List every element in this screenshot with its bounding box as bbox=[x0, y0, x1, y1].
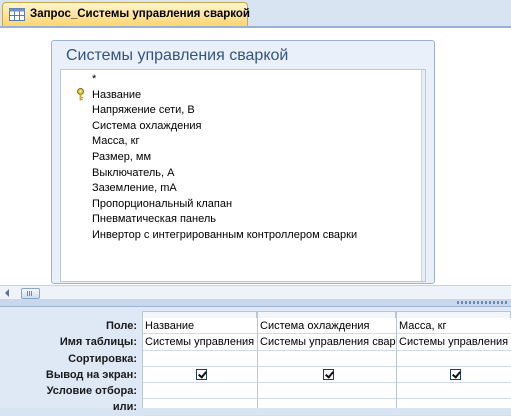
upper-pane-horizontal-scrollbar[interactable] bbox=[0, 285, 511, 299]
column-selector-1[interactable] bbox=[142, 311, 257, 318]
row-label-field: Поле: bbox=[106, 320, 137, 332]
sort-cell[interactable] bbox=[258, 351, 396, 367]
table-cell[interactable]: Системы управления свар bbox=[258, 334, 396, 351]
show-cell bbox=[397, 367, 511, 384]
pane-splitter[interactable] bbox=[0, 299, 511, 307]
field-items: * Название Напряжение сети, В Система ох… bbox=[92, 72, 357, 244]
field-item-inverter[interactable]: Инвертор с интегрированным контроллером … bbox=[92, 228, 357, 244]
query-design-grid: Поле: Имя таблицы: Сортировка: Вывод на … bbox=[0, 307, 511, 416]
query-design-upper-pane[interactable]: Системы управления сваркой * Название На… bbox=[0, 28, 511, 285]
column-selector-2[interactable] bbox=[257, 311, 396, 318]
field-item-pneumatic-panel[interactable]: Пневматическая панель bbox=[92, 212, 357, 228]
show-checkbox[interactable] bbox=[195, 368, 207, 380]
table-field-list[interactable]: Системы управления сваркой * Название На… bbox=[51, 40, 435, 284]
field-item-switch[interactable]: Выключатель, А bbox=[92, 166, 357, 182]
primary-key-icon bbox=[77, 88, 84, 101]
grid-column-2: Система охлаждения Системы управления св… bbox=[257, 318, 396, 416]
scroll-left-arrow-icon[interactable] bbox=[5, 289, 9, 297]
field-item-all[interactable]: * bbox=[92, 72, 357, 88]
field-item-voltage[interactable]: Напряжение сети, В bbox=[92, 103, 357, 119]
show-cell bbox=[143, 367, 257, 384]
grip-icon bbox=[27, 291, 33, 296]
show-checkbox[interactable] bbox=[449, 368, 461, 380]
field-item-size[interactable]: Размер, мм bbox=[92, 150, 357, 166]
field-cell[interactable]: Масса, кг bbox=[397, 318, 511, 335]
grid-column-3: Масса, кг Системы управления bbox=[396, 318, 511, 416]
document-tab-label: Запрос_Системы управления сваркой bbox=[30, 8, 250, 20]
field-item-proportional-valve[interactable]: Пропорциональный клапан bbox=[92, 197, 357, 213]
grid-row-labels: Поле: Имя таблицы: Сортировка: Вывод на … bbox=[0, 318, 141, 416]
grid-column-1: Название Системы управления bbox=[142, 318, 257, 416]
column-selector-3[interactable] bbox=[396, 311, 511, 318]
field-cell[interactable]: Система охлаждения bbox=[258, 318, 396, 335]
table-cell[interactable]: Системы управления bbox=[397, 334, 511, 351]
query-icon bbox=[9, 8, 25, 21]
criteria-cell[interactable] bbox=[397, 383, 511, 400]
field-item-mass[interactable]: Масса, кг bbox=[92, 134, 357, 150]
sort-cell[interactable] bbox=[397, 351, 511, 367]
splitter-grip-icon bbox=[457, 301, 507, 304]
criteria-cell[interactable] bbox=[143, 383, 257, 400]
show-cell bbox=[258, 367, 396, 384]
sort-cell[interactable] bbox=[143, 351, 257, 367]
document-tab-strip: Запрос_Системы управления сваркой bbox=[0, 0, 511, 27]
row-label-criteria: Условие отбора: bbox=[46, 385, 137, 398]
criteria-cell[interactable] bbox=[258, 383, 396, 400]
field-item-name[interactable]: Название bbox=[92, 88, 357, 104]
field-list-body: * Название Напряжение сети, В Система ох… bbox=[60, 69, 426, 282]
field-list-title[interactable]: Системы управления сваркой bbox=[66, 47, 288, 65]
field-item-cooling[interactable]: Система охлаждения bbox=[92, 119, 357, 135]
field-cell[interactable]: Название bbox=[143, 318, 257, 335]
show-checkbox[interactable] bbox=[322, 368, 334, 380]
row-label-show: Вывод на экран: bbox=[45, 368, 137, 381]
field-item-grounding[interactable]: Заземление, mA bbox=[92, 181, 357, 197]
table-cell[interactable]: Системы управления bbox=[143, 334, 257, 351]
row-label-table: Имя таблицы: bbox=[59, 336, 137, 349]
row-label-sort: Сортировка: bbox=[68, 352, 137, 365]
scrollbar-thumb[interactable] bbox=[21, 288, 40, 299]
query-document-tab[interactable]: Запрос_Системы управления сваркой bbox=[2, 2, 250, 26]
field-list-scrollbar[interactable] bbox=[421, 70, 425, 281]
